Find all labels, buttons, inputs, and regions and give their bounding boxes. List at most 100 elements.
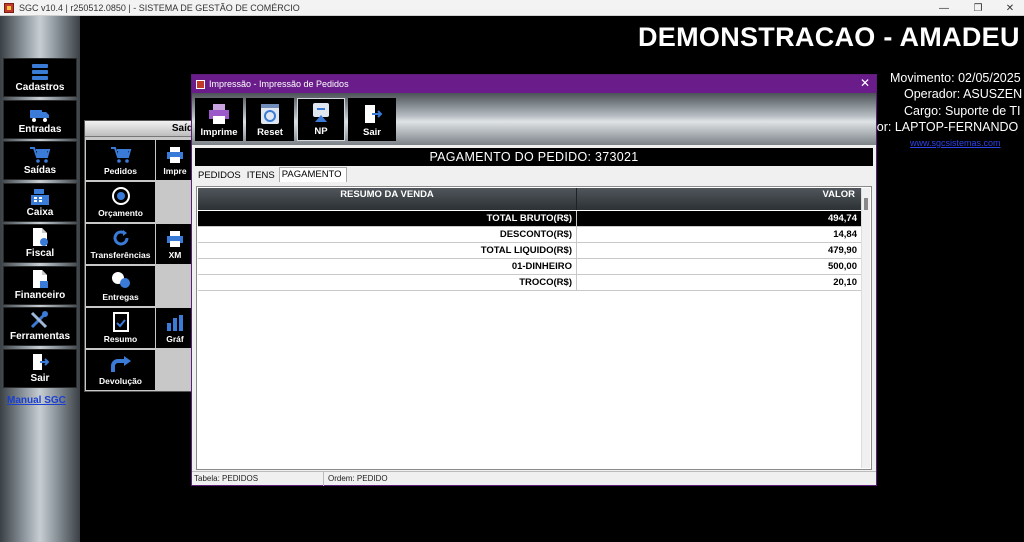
submenu-item-label: Devolução (99, 376, 142, 386)
cart-icon (110, 147, 131, 163)
database-icon (32, 64, 48, 80)
status-separator (323, 472, 324, 486)
table-header: RESUMO DA VENDA VALOR (198, 188, 862, 210)
sidebar-item-sair[interactable]: Sair (3, 349, 77, 388)
os-titlebar: SGC v10.4 | r250512.0850 | - SISTEMA DE … (0, 0, 1024, 16)
refresh-icon (113, 230, 128, 246)
cash-register-icon (31, 189, 49, 205)
exit-door-icon (33, 354, 50, 370)
minimize-button[interactable]: — (928, 0, 960, 16)
submenu-orcamento-button[interactable]: Orçamento (86, 182, 155, 222)
return-arrow-icon (110, 356, 131, 372)
delivery-icon (111, 272, 130, 288)
table-row[interactable]: TOTAL LIQUIDO(R$) 479,90 (198, 243, 862, 259)
toolbar-button-label: Reset (257, 127, 283, 138)
row-label: 01-DINHEIRO (198, 259, 577, 274)
tab-pagamento[interactable]: PAGAMENTO (278, 167, 347, 182)
sidebar-item-label: Fiscal (25, 248, 55, 259)
row-label: TROCO(R$) (198, 275, 577, 290)
sidebar-item-cadastros[interactable]: Cadastros (3, 58, 77, 97)
column-header-resumo[interactable]: RESUMO DA VENDA (198, 188, 577, 210)
submenu-item-label: Gráf (166, 334, 184, 344)
reset-button[interactable]: Reset (246, 98, 294, 141)
sidebar-item-label: Sair (30, 373, 50, 384)
sidebar-item-fiscal[interactable]: Fiscal (3, 224, 77, 263)
printer-icon (167, 147, 183, 163)
submenu-item-label: Pedidos (103, 166, 138, 176)
tab-pedidos[interactable]: PEDIDOS (196, 168, 245, 182)
submenu-transferencias-button[interactable]: Transferências (86, 224, 155, 264)
sidebar: Cadastros Entradas Saídas Caixa Fiscal F… (0, 16, 80, 542)
submenu-xml-button[interactable]: XM (156, 224, 194, 264)
sidebar-item-label: Entradas (18, 124, 62, 135)
np-icon (313, 103, 329, 122)
operator-role: Cargo: Suporte de TI (904, 104, 1021, 118)
row-label: TOTAL BRUTO(R$) (198, 211, 577, 226)
manual-link[interactable]: Manual SGC (7, 395, 66, 406)
submenu-title: Saíd (85, 121, 195, 137)
table-row[interactable]: TROCO(R$) 20,10 (198, 275, 862, 291)
website-link[interactable]: www.sgcsistemas.com (910, 138, 1001, 148)
submenu-devolucao-button[interactable]: Devolução (86, 350, 155, 390)
dialog-tabs: PEDIDOS ITENS PAGAMENTO (196, 167, 347, 182)
payment-summary-table: RESUMO DA VENDA VALOR TOTAL BRUTO(R$) 49… (196, 186, 872, 470)
close-button[interactable]: ✕ (994, 0, 1024, 16)
printer-icon (167, 231, 183, 247)
table-body: TOTAL BRUTO(R$) 494,74 DESCONTO(R$) 14,8… (198, 211, 862, 291)
dialog-statusbar: Tabela: PEDIDOS Ordem: PEDIDO (192, 471, 876, 486)
truck-icon (30, 110, 49, 122)
submenu-item-label: Entregas (102, 292, 139, 302)
submenu-pedidos-button[interactable]: Pedidos (86, 140, 155, 180)
company-name: DEMONSTRACAO - AMADEU (638, 22, 1020, 52)
sidebar-item-ferramentas[interactable]: Ferramentas (3, 307, 77, 346)
table-row[interactable]: DESCONTO(R$) 14,84 (198, 227, 862, 243)
dialog-titlebar: Impressão - Impressão de Pedidos ✕ (192, 75, 876, 93)
printer-icon (209, 104, 229, 124)
table-row[interactable]: 01-DINHEIRO 500,00 (198, 259, 862, 275)
sidebar-item-financeiro[interactable]: Financeiro (3, 266, 77, 305)
sidebar-item-saidas[interactable]: Saídas (3, 141, 77, 180)
document-icon (33, 228, 48, 246)
movimento-date: Movimento: 02/05/2025 (890, 71, 1021, 85)
row-label: TOTAL LIQUIDO(R$) (198, 243, 577, 258)
exit-door-icon (365, 105, 383, 123)
submenu-impressao-button[interactable]: Impre (156, 140, 194, 180)
dialog-title: Impressão - Impressão de Pedidos (209, 79, 349, 89)
sidebar-item-entradas[interactable]: Entradas (3, 100, 77, 139)
sidebar-item-label: Caixa (26, 207, 54, 218)
sidebar-item-caixa[interactable]: Caixa (3, 183, 77, 222)
window-title: SGC v10.4 | r250512.0850 | - SISTEMA DE … (19, 2, 300, 13)
scrollbar-thumb[interactable] (864, 198, 868, 210)
row-label: DESCONTO(R$) (198, 227, 577, 242)
computer-name: lor: LAPTOP-FERNANDO (874, 120, 1019, 134)
submenu-resumo-button[interactable]: Resumo (86, 308, 155, 348)
row-value: 494,74 (827, 213, 857, 224)
submenu-item-label: Resumo (103, 334, 138, 344)
finance-document-icon (33, 270, 48, 288)
toolbar-button-label: Imprime (200, 127, 238, 138)
maximize-button[interactable]: ❐ (962, 0, 994, 16)
submenu-entregas-button[interactable]: Entregas (86, 266, 155, 306)
dialog-toolbar: Imprime Reset NP Sair (192, 93, 876, 145)
row-value: 500,00 (827, 261, 857, 272)
row-value: 14,84 (833, 229, 857, 240)
imprime-button[interactable]: Imprime (195, 98, 243, 141)
np-button[interactable]: NP (297, 98, 345, 141)
row-value: 479,90 (827, 245, 857, 256)
saidas-submenu: Saíd Pedidos Impre Orçamento Transferênc… (84, 120, 195, 392)
sair-button[interactable]: Sair (348, 98, 396, 141)
app-logo-icon (4, 2, 14, 13)
submenu-graficos-button[interactable]: Gráf (156, 308, 194, 348)
reset-icon (261, 104, 279, 124)
desktop: SGC v10.4 | r250512.0850 | - SISTEMA DE … (0, 0, 1024, 542)
column-header-valor[interactable]: VALOR (577, 188, 862, 210)
payment-section-title: PAGAMENTO DO PEDIDO: 373021 (195, 148, 873, 166)
vertical-scrollbar[interactable] (861, 188, 870, 468)
app-logo-icon (196, 79, 205, 89)
print-orders-dialog: Impressão - Impressão de Pedidos ✕ Impri… (191, 74, 877, 486)
sidebar-item-label: Saídas (23, 165, 57, 176)
table-row[interactable]: TOTAL BRUTO(R$) 494,74 (198, 211, 862, 227)
submenu-item-label: Orçamento (98, 208, 143, 218)
tab-itens[interactable]: ITENS (245, 168, 279, 182)
dialog-close-button[interactable]: ✕ (860, 76, 870, 90)
